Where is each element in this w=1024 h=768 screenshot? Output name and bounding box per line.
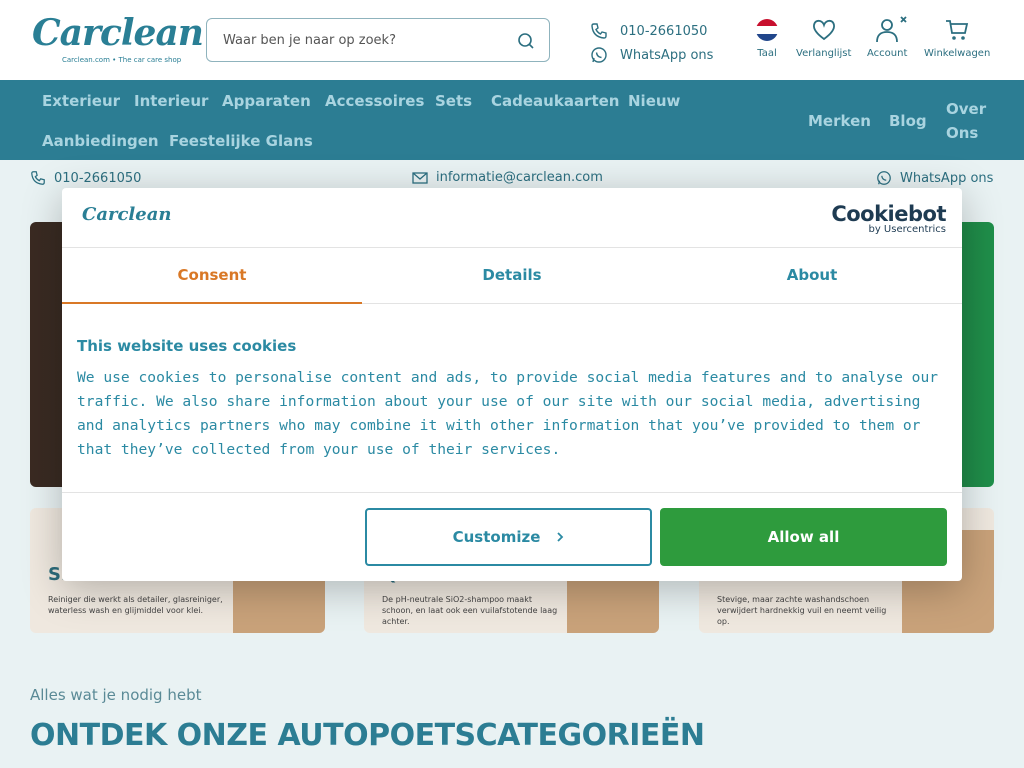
dialog-divider [62,492,962,493]
strip-whatsapp-text: WhatsApp ons [900,170,994,186]
header-whatsapp-link[interactable]: WhatsApp ons [590,44,713,66]
search-input[interactable] [223,29,503,51]
header-phone-text: 010-2661050 [620,23,708,39]
nav-item-merken[interactable]: Merken [808,112,871,130]
cookie-consent-dialog: Carclean Cookiebot by Usercentrics Conse… [62,188,962,581]
strip-email-link[interactable]: informatie@carclean.com [412,170,603,185]
dialog-title: This website uses cookies [77,337,297,355]
tab-consent[interactable]: Consent [62,248,362,304]
allow-all-button-label: Allow all [767,528,840,546]
cart-icon [946,20,969,40]
heart-icon [812,19,835,41]
account-link[interactable]: Account [867,16,907,59]
netherlands-flag-icon [756,19,778,41]
dialog-body-text: We use cookies to personalise content an… [77,369,939,458]
allow-all-button[interactable]: Allow all [660,508,947,566]
tab-details[interactable]: Details [362,248,662,304]
strip-email-text: informatie@carclean.com [436,170,603,185]
wishlist-link[interactable]: Verlanglijst [796,16,851,59]
dialog-tabs: Consent Details About [62,248,962,304]
nav-item-nieuw[interactable]: Nieuw [628,92,680,110]
nav-item-ons[interactable]: Ons [946,124,978,142]
header-contact: 010-2661050 WhatsApp ons [590,20,713,68]
promo-description: Reiniger die werkt als detailer, glasrei… [48,595,223,615]
nav-item-interieur[interactable]: Interieur [134,92,208,110]
nav-item-sets[interactable]: Sets [435,92,472,110]
nav-item-blog[interactable]: Blog [889,112,927,130]
site-logo[interactable]: Carclean Carclean.com • The car care sho… [32,12,204,70]
cookiebot-logo[interactable]: Cookiebot by Usercentrics [831,202,946,235]
mail-icon [412,171,428,184]
customize-button[interactable]: Customize [365,508,652,566]
strip-phone-text: 010-2661050 [54,170,142,186]
nav-item-feestelijke-glans[interactable]: Feestelijke Glans [169,132,313,150]
nav-item-accessoires[interactable]: Accessoires [325,92,424,110]
nav-item-apparaten[interactable]: Apparaten [222,92,311,110]
cart-link[interactable]: Winkelwagen [924,16,990,59]
phone-icon [591,23,607,39]
section-subtitle: Alles wat je nodig hebt [30,686,202,704]
logo-subtitle: Carclean.com • The car care shop [62,56,182,64]
nav-item-exterieur[interactable]: Exterieur [42,92,120,110]
strip-phone-link[interactable]: 010-2661050 [30,170,141,186]
section-heading: Ontdek onze autopoetscategorieën [30,718,705,753]
language-label: Taal [757,48,777,59]
header-phone-link[interactable]: 010-2661050 [590,20,713,42]
user-icon [876,16,907,43]
nav-item-over[interactable]: Over [946,100,986,118]
header-whatsapp-text: WhatsApp ons [620,47,714,63]
account-label: Account [867,48,908,59]
nav-item-aanbiedingen[interactable]: Aanbiedingen [42,132,159,150]
wishlist-label: Verlanglijst [796,48,852,59]
strip-whatsapp-link[interactable]: WhatsApp ons [876,170,993,186]
dialog-header: Carclean Cookiebot by Usercentrics [62,188,962,248]
nav-item-cadeaukaarten[interactable]: Cadeaukaarten [491,92,619,110]
search-icon[interactable] [517,32,535,54]
promo-description: De pH-neutrale SiO2-shampoo maakt schoon… [382,595,558,626]
logo-text: Carclean [32,12,204,54]
dialog-site-logo: Carclean [82,204,172,225]
main-nav: Exterieur Interieur Apparaten Accessoire… [0,80,1024,160]
site-header: Carclean Carclean.com • The car care sho… [0,0,1024,80]
language-selector[interactable]: Taal [756,16,778,59]
whatsapp-icon [877,171,891,185]
chevron-right-icon [557,532,564,542]
customize-button-label: Customize [452,528,541,546]
tab-about[interactable]: About [662,248,962,304]
search-bar [206,18,550,62]
cart-label: Winkelwagen [924,48,991,59]
phone-icon [31,171,45,185]
cookiebot-brand: Cookiebot [831,202,946,226]
whatsapp-icon [591,47,607,63]
promo-description: Stevige, maar zachte washandschoen verwi… [717,595,887,626]
